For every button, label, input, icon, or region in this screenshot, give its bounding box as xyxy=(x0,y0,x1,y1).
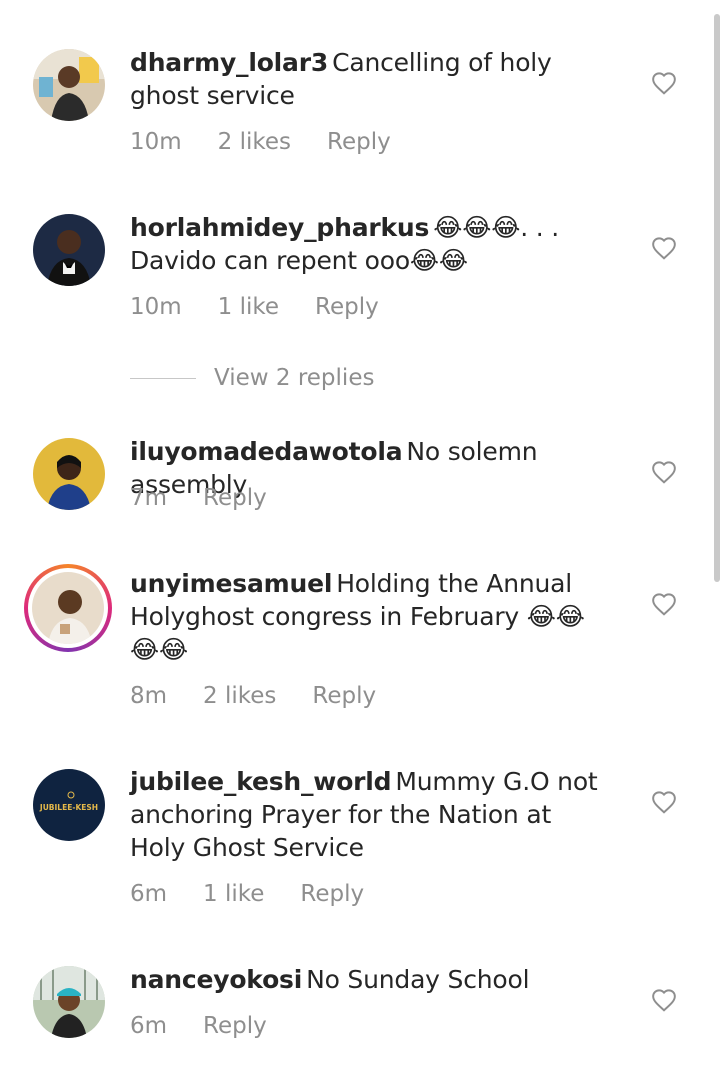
likes-count[interactable]: 1 like xyxy=(218,292,279,322)
avatar-image xyxy=(32,572,104,644)
comment-username[interactable]: horlahmidey_pharkus xyxy=(130,213,429,242)
replies-divider xyxy=(130,377,196,379)
reply-button[interactable]: Reply xyxy=(300,879,364,909)
avatar[interactable] xyxy=(33,966,105,1038)
comment-time: 7m xyxy=(130,485,168,511)
jubilee-logo-text: JUBILEE-KESH xyxy=(39,803,98,812)
comment-username[interactable]: iluyomadedawotola xyxy=(130,437,403,466)
heart-icon[interactable] xyxy=(651,460,677,484)
comment-username[interactable]: dharmy_lolar3 xyxy=(130,48,328,77)
avatar-with-story-ring[interactable] xyxy=(24,564,112,652)
avatar[interactable] xyxy=(33,214,105,286)
heart-icon[interactable] xyxy=(651,988,677,1012)
avatar[interactable] xyxy=(33,49,105,121)
comment-time: 6m xyxy=(130,1013,168,1039)
scrollbar[interactable] xyxy=(714,14,720,582)
comment-text: horlahmidey_pharkus 😂😂😂. . . Davido can r… xyxy=(130,211,610,277)
comment-body: No Sunday School xyxy=(306,965,530,994)
comment-meta: 10m 1 like Reply xyxy=(130,292,415,322)
comment-text: nanceyokosi No Sunday School xyxy=(130,963,610,996)
story-ring-inner xyxy=(28,568,108,648)
likes-count[interactable]: 2 likes xyxy=(203,681,276,711)
comment-username[interactable]: nanceyokosi xyxy=(130,965,302,994)
heart-icon[interactable] xyxy=(651,71,677,95)
comment-time: 8m xyxy=(130,683,168,709)
heart-icon[interactable] xyxy=(651,236,677,260)
view-replies-button[interactable]: View 2 replies xyxy=(130,363,374,393)
heart-icon[interactable] xyxy=(651,592,677,616)
comment-meta: 7m Reply xyxy=(130,483,303,513)
comment-meta: 6m 1 like Reply xyxy=(130,879,400,909)
comment-time: 10m xyxy=(130,129,182,155)
comment-text: jubilee_kesh_world Mummy G.O not anchorin… xyxy=(130,765,610,864)
avatar[interactable] xyxy=(33,438,105,510)
likes-count[interactable]: 2 likes xyxy=(218,127,291,157)
heart-icon[interactable] xyxy=(651,790,677,814)
comment-time: 10m xyxy=(130,294,182,320)
comment-time: 6m xyxy=(130,881,168,907)
reply-button[interactable]: Reply xyxy=(312,681,376,711)
likes-count[interactable]: 1 like xyxy=(203,879,264,909)
comment-meta: 6m Reply xyxy=(130,1011,303,1041)
comment-username[interactable]: jubilee_kesh_world xyxy=(130,767,392,796)
reply-button[interactable]: Reply xyxy=(327,127,391,157)
comment-meta: 8m 2 likes Reply xyxy=(130,681,412,711)
reply-button[interactable]: Reply xyxy=(203,1011,267,1041)
comment-meta: 10m 2 likes Reply xyxy=(130,127,427,157)
view-replies-label: View 2 replies xyxy=(214,365,375,391)
avatar[interactable]: JUBILEE-KESH xyxy=(33,769,105,841)
reply-button[interactable]: Reply xyxy=(315,292,379,322)
reply-button[interactable]: Reply xyxy=(203,483,267,513)
comment-text: dharmy_lolar3 Cancelling of holy ghost se… xyxy=(130,46,610,112)
comment-text: unyimesamuel Holding the Annual Holyghost… xyxy=(130,567,610,666)
comment-username[interactable]: unyimesamuel xyxy=(130,569,332,598)
